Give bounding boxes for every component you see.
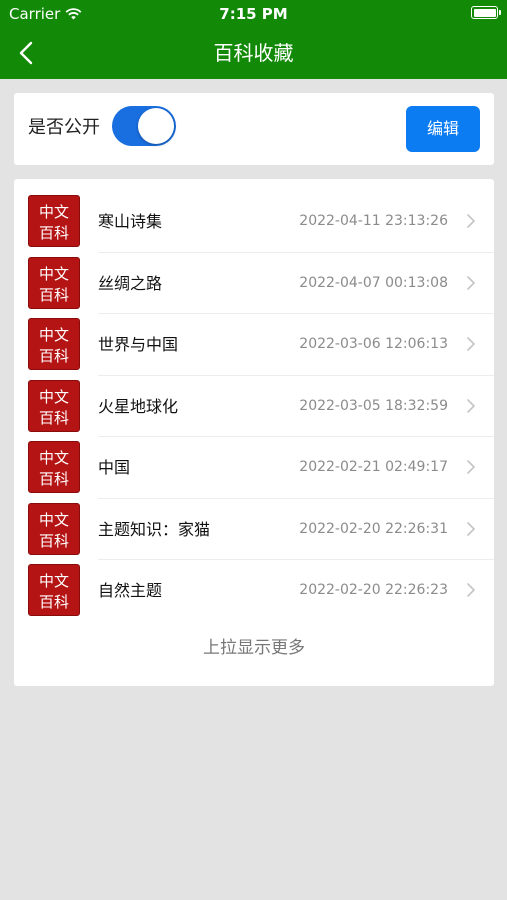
public-toggle-label: 是否公开 xyxy=(28,117,100,138)
chevron-right-icon xyxy=(467,214,476,228)
list-item[interactable]: 中文百科 自然主题 2022-02-20 22:26:23 xyxy=(14,560,494,622)
battery-icon xyxy=(471,6,501,19)
item-date: 2022-03-05 18:32:59 xyxy=(299,397,448,414)
item-title: 寒山诗集 xyxy=(98,212,163,231)
status-time: 7:15 PM xyxy=(219,5,288,23)
item-title: 中国 xyxy=(98,458,131,477)
page-title: 百科收藏 xyxy=(213,41,294,65)
item-date: 2022-02-21 02:49:17 xyxy=(299,459,448,475)
encyclopedia-logo-icon: 中文 百科 xyxy=(28,564,80,616)
edit-button[interactable]: 编辑 xyxy=(406,106,480,152)
chevron-right-icon xyxy=(467,583,476,597)
svg-text:百科: 百科 xyxy=(39,532,69,550)
toggle-knob xyxy=(138,108,174,144)
svg-text:中文: 中文 xyxy=(39,449,69,467)
chevron-right-icon xyxy=(467,521,476,536)
list-item[interactable]: 中文百科 主题知识：家猫 2022-02-20 22:26:31 xyxy=(14,499,494,560)
encyclopedia-logo-icon: 中文 百科 xyxy=(28,195,80,247)
item-date: 2022-03-06 12:06:13 xyxy=(299,336,448,352)
encyclopedia-logo-icon: 中文 百科 xyxy=(28,441,80,493)
svg-text:百科: 百科 xyxy=(39,224,69,242)
svg-text:中文: 中文 xyxy=(39,326,69,344)
item-title: 自然主题 xyxy=(98,581,163,600)
encyclopedia-logo-icon: 中文 百科 xyxy=(28,318,80,370)
svg-text:百科: 百科 xyxy=(39,347,69,365)
item-title: 主题知识：家猫 xyxy=(98,519,211,539)
item-date: 2022-02-20 22:26:31 xyxy=(299,520,448,537)
encyclopedia-logo-icon: 中文 百科 xyxy=(28,256,80,309)
chevron-right-icon xyxy=(467,275,476,290)
item-title: 世界与中国 xyxy=(98,335,179,354)
favorites-list: 中文 百科 寒山诗集 2022-04-11 23:13:26 中文 百科 丝绸之路 … xyxy=(14,179,494,686)
list-item[interactable]: 中文百科 丝绸之路 2022-04-07 00:13:08 xyxy=(14,253,494,314)
list-item[interactable]: 中文百科 寒山诗集 2022-04-11 23:13:26 xyxy=(14,191,494,253)
item-date: 2022-02-20 22:26:23 xyxy=(299,582,448,598)
svg-text:百科: 百科 xyxy=(39,409,69,427)
chevron-right-icon xyxy=(467,337,476,351)
encyclopedia-logo-icon: 中文 百科 xyxy=(28,502,80,555)
chevron-right-icon xyxy=(467,460,476,474)
public-toggle[interactable] xyxy=(112,106,176,146)
list-item[interactable]: 中文百科 世界与中国 2022-03-06 12:06:13 xyxy=(14,314,494,376)
load-more-text[interactable]: 上拉显示更多 xyxy=(14,635,494,661)
svg-text:百科: 百科 xyxy=(39,470,69,488)
item-title: 丝绸之路 xyxy=(98,273,163,293)
list-item[interactable]: 中文百科 中国 2022-02-21 02:49:17 xyxy=(14,437,494,499)
svg-text:中文: 中文 xyxy=(39,511,69,529)
svg-text:中文: 中文 xyxy=(39,388,69,406)
svg-text:百科: 百科 xyxy=(39,593,69,611)
svg-text:中文: 中文 xyxy=(39,572,69,590)
svg-text:百科: 百科 xyxy=(39,286,69,304)
list-item[interactable]: 中文百科 火星地球化 2022-03-05 18:32:59 xyxy=(14,376,494,437)
chevron-right-icon xyxy=(467,398,476,413)
item-date: 2022-04-07 00:13:08 xyxy=(299,274,448,291)
item-date: 2022-04-11 23:13:26 xyxy=(299,213,448,229)
item-title: 火星地球化 xyxy=(98,396,179,416)
encyclopedia-logo-icon: 中文 百科 xyxy=(28,379,80,432)
svg-text:中文: 中文 xyxy=(39,203,69,221)
svg-text:中文: 中文 xyxy=(39,265,69,283)
navigation-header: Carrier 7:15 PM 百科收藏 xyxy=(0,0,507,79)
status-bar: Carrier 7:15 PM xyxy=(0,0,507,28)
